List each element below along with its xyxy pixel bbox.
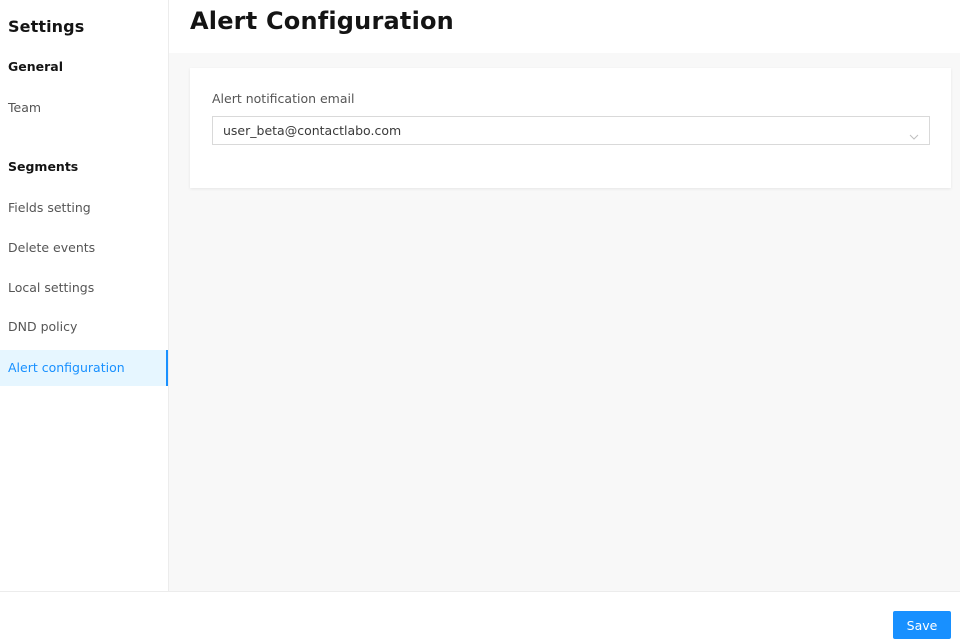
- sidebar-item-delete-events[interactable]: Delete events: [0, 230, 168, 266]
- alert-settings-card: Alert notification email user_beta@conta…: [190, 68, 951, 188]
- chevron-down-icon: [909, 126, 919, 140]
- sidebar-item-dnd-policy[interactable]: DND policy: [0, 309, 168, 345]
- app-window: Settings General Team Segments Fields se…: [0, 0, 960, 644]
- section-heading-segments: Segments: [8, 159, 79, 174]
- section-heading-general: General: [8, 59, 63, 74]
- sidebar-item-alert-configuration[interactable]: Alert configuration: [0, 350, 168, 386]
- sidebar-title: Settings: [8, 17, 85, 36]
- email-field-label: Alert notification email: [212, 91, 355, 106]
- sidebar-item-team[interactable]: Team: [0, 90, 168, 126]
- page-header: Alert Configuration: [169, 0, 960, 53]
- alert-email-value: user_beta@contactlabo.com: [223, 123, 402, 138]
- page-title: Alert Configuration: [190, 7, 454, 35]
- settings-sidebar: Settings General Team Segments Fields se…: [0, 0, 169, 591]
- content-area: Alert notification email user_beta@conta…: [169, 53, 960, 591]
- page-footer: Save: [0, 591, 960, 644]
- alert-email-select[interactable]: user_beta@contactlabo.com: [212, 116, 930, 145]
- save-button[interactable]: Save: [893, 611, 951, 639]
- sidebar-item-local-settings[interactable]: Local settings: [0, 270, 168, 306]
- sidebar-item-fields-setting[interactable]: Fields setting: [0, 190, 168, 226]
